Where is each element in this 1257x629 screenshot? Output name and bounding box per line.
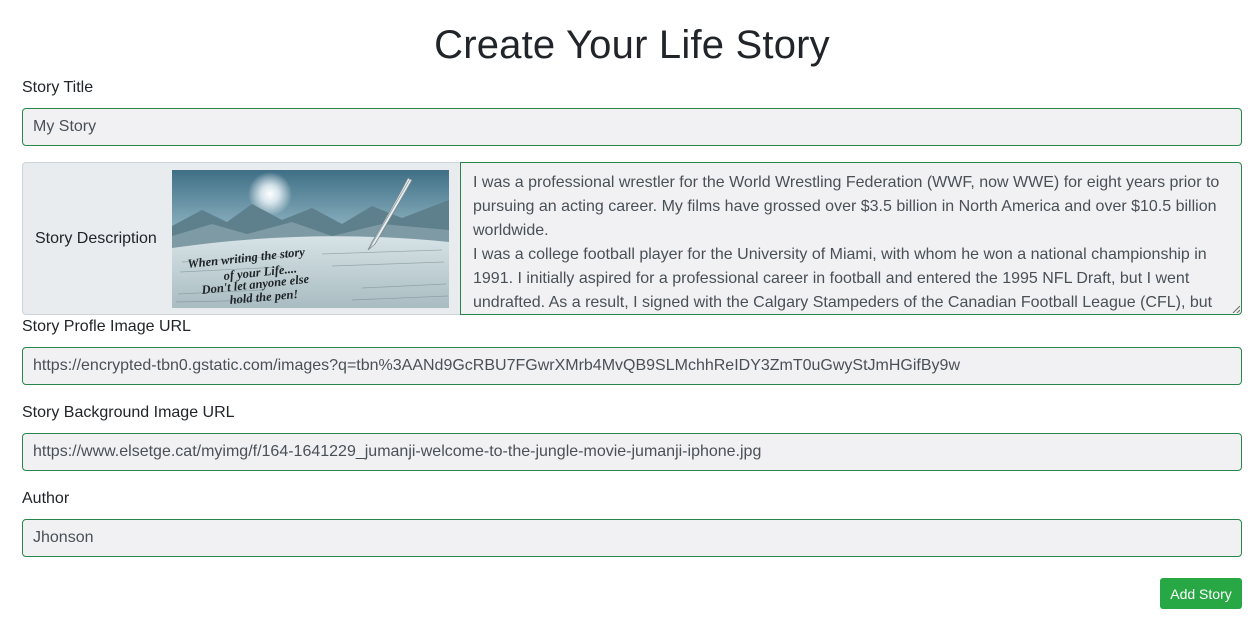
story-description-textarea[interactable]: I was a professional wrestler for the Wo… — [460, 162, 1242, 315]
story-description-addon: Story Description When writing the story… — [22, 162, 460, 315]
profile-image-url-label: Story Profle Image URL — [22, 318, 191, 335]
profile-image-url-input[interactable] — [22, 347, 1242, 385]
author-label: Author — [22, 490, 70, 507]
author-input[interactable] — [22, 519, 1242, 557]
resize-grip-icon[interactable] — [1232, 305, 1240, 313]
story-title-input[interactable] — [22, 108, 1242, 146]
add-story-button[interactable]: Add Story — [1160, 578, 1242, 609]
story-title-label: Story Title — [22, 79, 94, 96]
page-title: Create Your Life Story — [434, 23, 830, 67]
story-description-image: When writing the story of your Life.... … — [172, 170, 449, 308]
story-description-label: Story Description — [35, 230, 157, 247]
background-image-url-label: Story Background Image URL — [22, 404, 235, 421]
story-description-group: Story Description When writing the story… — [22, 162, 1242, 315]
background-image-url-input[interactable] — [22, 433, 1242, 471]
